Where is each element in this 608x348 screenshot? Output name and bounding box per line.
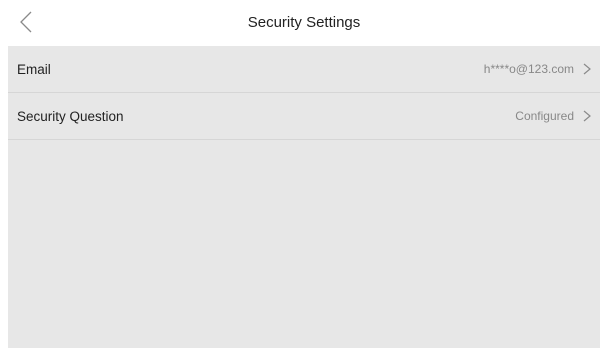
top-bar: Security Settings (0, 0, 608, 46)
security-question-row[interactable]: Security Question Configured (8, 93, 600, 140)
security-question-label: Security Question (17, 108, 124, 124)
email-row[interactable]: Email h****o@123.com (8, 46, 600, 93)
page-title: Security Settings (247, 14, 361, 31)
email-value: h****o@123.com (483, 62, 574, 76)
settings-list: Email h****o@123.com Security Question C… (8, 46, 600, 348)
email-label: Email (17, 61, 51, 77)
security-settings-screen: Security Settings Email h****o@123.com S… (0, 0, 608, 348)
security-question-value: Configured (515, 109, 574, 123)
chevron-right-icon (583, 63, 591, 75)
chevron-right-icon (583, 110, 591, 122)
